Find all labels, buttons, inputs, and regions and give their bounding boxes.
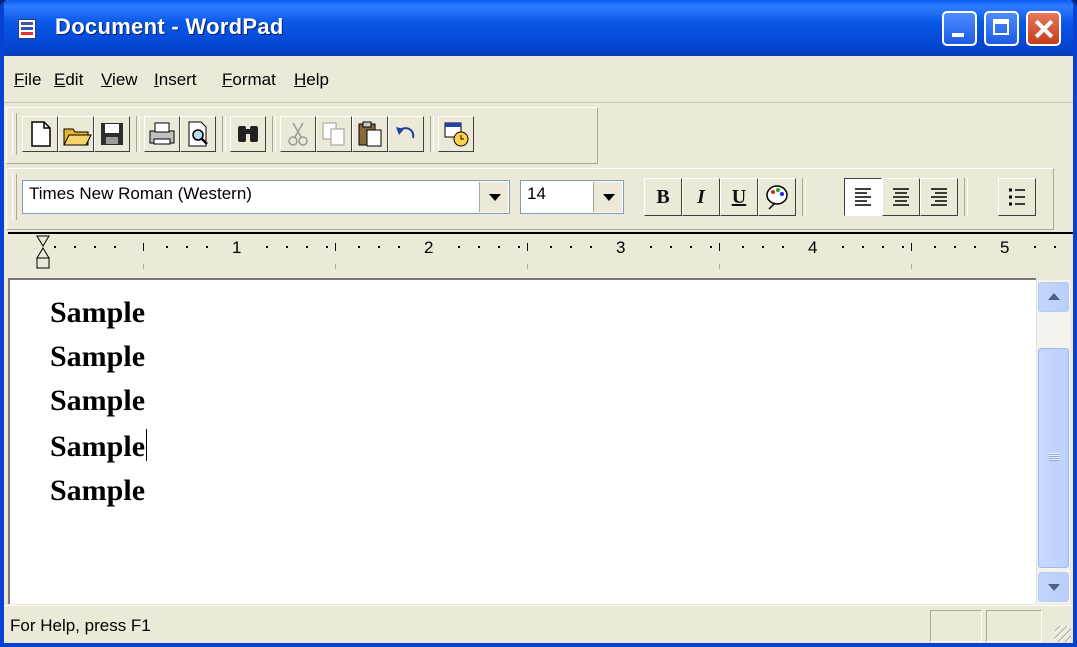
- font-size-value: 14: [527, 184, 546, 203]
- paste-button[interactable]: [352, 116, 388, 152]
- title-bar[interactable]: Document - WordPad: [4, 0, 1073, 56]
- toolbar-separator: [136, 116, 140, 152]
- close-button[interactable]: [1026, 11, 1061, 46]
- toolbar-separator: [222, 116, 226, 152]
- document-line: Sample: [50, 474, 146, 507]
- open-button[interactable]: [58, 116, 94, 152]
- menu-file[interactable]: File: [14, 70, 41, 90]
- menu-help[interactable]: Help: [294, 70, 329, 90]
- chevron-down-icon[interactable]: [593, 182, 622, 212]
- wordpad-app-icon[interactable]: [18, 19, 36, 39]
- ruler[interactable]: 1 2 3 4 5: [8, 232, 1073, 280]
- menu-bar: File Edit View Insert Format Help: [4, 56, 1073, 103]
- document-line: Sample: [50, 340, 146, 373]
- status-panel: [930, 610, 982, 642]
- menu-edit[interactable]: Edit: [54, 70, 83, 90]
- wordpad-window: Document - WordPad File Edit View Insert…: [0, 0, 1077, 647]
- find-button[interactable]: [230, 116, 266, 152]
- document-line: Sample: [50, 296, 146, 329]
- scroll-up-button[interactable]: [1038, 282, 1069, 312]
- vertical-scrollbar[interactable]: [1036, 280, 1070, 604]
- toolbar-separator: [964, 178, 968, 216]
- chevron-down-icon[interactable]: [479, 182, 508, 212]
- copy-button[interactable]: [316, 116, 352, 152]
- insert-date-time-button[interactable]: [438, 116, 474, 152]
- toolbar-separator: [430, 116, 434, 152]
- italic-button[interactable]: I: [682, 178, 720, 216]
- document-line: Sample: [50, 384, 146, 417]
- document-area[interactable]: Sample Sample Sample Sample Sample: [8, 278, 1036, 604]
- minimize-button[interactable]: [942, 11, 977, 46]
- clipboard-paste-icon: [358, 121, 382, 147]
- color-button[interactable]: [758, 178, 796, 216]
- bold-button[interactable]: B: [644, 178, 682, 216]
- scroll-down-button[interactable]: [1038, 572, 1069, 602]
- ruler-ticks: [54, 243, 1056, 269]
- indent-marker-icon[interactable]: [36, 234, 50, 278]
- calendar-clock-icon: [444, 122, 469, 147]
- save-disk-icon: [101, 123, 123, 145]
- ruler-number: 2: [424, 238, 434, 257]
- document-line-with-caret: Sample: [50, 429, 148, 464]
- resize-grip-icon[interactable]: [1055, 626, 1071, 642]
- align-right-button[interactable]: [920, 178, 958, 216]
- ruler-number: 3: [616, 238, 626, 257]
- menu-view[interactable]: View: [101, 70, 138, 90]
- ruler-number: 5: [1000, 238, 1010, 257]
- status-bar: For Help, press F1: [4, 605, 1073, 643]
- cut-button[interactable]: [280, 116, 316, 152]
- print-preview-icon: [188, 121, 208, 147]
- undo-arrow-icon: [396, 127, 415, 139]
- print-button[interactable]: [144, 116, 180, 152]
- bullets-button[interactable]: [998, 178, 1036, 216]
- new-document-icon: [31, 121, 51, 147]
- printer-icon: [149, 122, 175, 145]
- window-title: Document - WordPad: [55, 14, 284, 39]
- font-size-combobox[interactable]: 14: [520, 180, 624, 214]
- align-center-button[interactable]: [882, 178, 920, 216]
- menu-format[interactable]: Format: [222, 70, 276, 90]
- font-name-combobox[interactable]: Times New Roman (Western): [22, 180, 510, 214]
- font-name-value: Times New Roman (Western): [29, 184, 252, 203]
- scissors-icon: [288, 122, 308, 146]
- new-document-button[interactable]: [22, 116, 58, 152]
- print-preview-button[interactable]: [180, 116, 216, 152]
- status-panel: [986, 610, 1042, 642]
- maximize-button[interactable]: [984, 11, 1019, 46]
- align-center-icon: [893, 188, 909, 206]
- toolbar-separator: [802, 178, 806, 216]
- ruler-number: 1: [232, 238, 242, 257]
- scroll-thumb[interactable]: [1038, 348, 1069, 568]
- underline-button[interactable]: U: [720, 178, 758, 216]
- formatbar-grip[interactable]: [12, 174, 17, 220]
- palette-icon: [766, 185, 788, 210]
- save-button[interactable]: [94, 116, 130, 152]
- align-left-icon: [855, 188, 871, 206]
- bulleted-list-icon: [1009, 188, 1025, 206]
- status-text: For Help, press F1: [10, 616, 151, 635]
- align-left-button[interactable]: [844, 178, 882, 216]
- binoculars-icon: [238, 126, 258, 142]
- toolbar-grip[interactable]: [12, 113, 17, 155]
- ruler-number: 4: [808, 238, 818, 257]
- align-right-icon: [931, 188, 947, 206]
- text-caret: [146, 429, 148, 461]
- document-line: Sample: [50, 430, 146, 463]
- copy-icon: [322, 122, 345, 146]
- open-folder-icon: [63, 128, 92, 146]
- toolbar-separator: [272, 116, 276, 152]
- menu-insert[interactable]: Insert: [154, 70, 197, 90]
- undo-button[interactable]: [388, 116, 424, 152]
